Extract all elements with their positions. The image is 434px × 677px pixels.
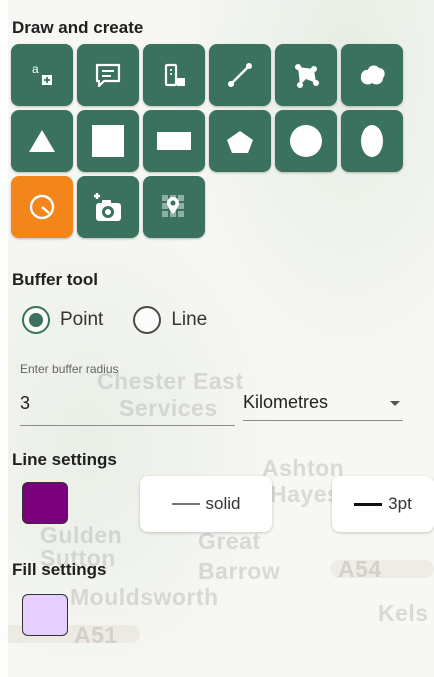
add-text-button[interactable]: a (11, 44, 73, 106)
pentagon-icon (227, 131, 253, 153)
triangle-icon (29, 130, 55, 152)
rectangle-icon (157, 132, 191, 150)
square-icon (92, 125, 124, 157)
draw-line-button[interactable] (209, 44, 271, 106)
add-photo-button[interactable] (77, 176, 139, 238)
draw-circle-button[interactable] (275, 110, 337, 172)
svg-text:a: a (32, 62, 39, 76)
add-note-button[interactable] (143, 44, 205, 106)
line-section-title: Line settings (12, 450, 117, 469)
draw-square-button[interactable] (77, 110, 139, 172)
buffer-unit-value: Kilometres (243, 392, 329, 412)
line-width-sample-icon (354, 502, 383, 506)
buffer-section-title: Buffer tool (12, 270, 98, 289)
chevron-down-icon (390, 400, 400, 406)
buffer-point-option[interactable]: Point (22, 306, 103, 334)
buffer-radius-icon (29, 194, 55, 220)
polygon-icon (295, 64, 319, 88)
buffer-line-option[interactable]: Line (133, 306, 207, 334)
draw-rectangle-button[interactable] (143, 110, 205, 172)
buffer-point-label: Point (60, 309, 104, 330)
add-photo-icon (94, 193, 121, 221)
draw-triangle-button[interactable] (11, 110, 73, 172)
buffer-unit-select[interactable]: Kilometres (243, 385, 403, 421)
line-style-label: solid (205, 494, 241, 513)
circle-icon (290, 125, 322, 157)
draw-freehand-button[interactable] (341, 44, 403, 106)
fill-color-swatch[interactable] (22, 594, 68, 636)
buffer-tool-button[interactable] (11, 176, 73, 238)
fill-section-title: Fill settings (12, 560, 107, 579)
draw-line-icon (228, 63, 252, 87)
draw-pentagon-button[interactable] (209, 110, 271, 172)
grid-marker-icon (162, 195, 184, 217)
line-style-button[interactable]: solid (140, 476, 272, 532)
draw-polygon-button[interactable] (275, 44, 337, 106)
add-note-icon (164, 63, 185, 87)
draw-section-title: Draw and create (12, 18, 144, 37)
line-width-button[interactable]: 3pt (332, 476, 434, 532)
add-comment-button[interactable] (77, 44, 139, 106)
buffer-radius-input[interactable] (20, 385, 235, 426)
add-text-icon: a (32, 62, 52, 85)
buffer-mode-radio-group: Point Line (22, 306, 207, 334)
buffer-radius-label: Enter buffer radius (20, 362, 119, 376)
draw-panel: Draw and create a Buffer tool Point Line… (0, 0, 434, 677)
radio-checked-icon[interactable] (22, 306, 50, 334)
draw-ellipse-button[interactable] (341, 110, 403, 172)
buffer-line-label: Line (171, 309, 208, 330)
radio-unchecked-icon[interactable] (133, 306, 162, 334)
ellipse-icon (361, 125, 383, 157)
line-color-swatch[interactable] (22, 482, 68, 524)
freehand-shape-icon (360, 65, 385, 85)
line-width-label: 3pt (388, 494, 412, 513)
speech-bubble-icon (95, 63, 121, 88)
grid-marker-button[interactable] (143, 176, 205, 238)
draw-tool-grid: a (11, 44, 406, 238)
line-style-sample-icon (171, 503, 200, 505)
